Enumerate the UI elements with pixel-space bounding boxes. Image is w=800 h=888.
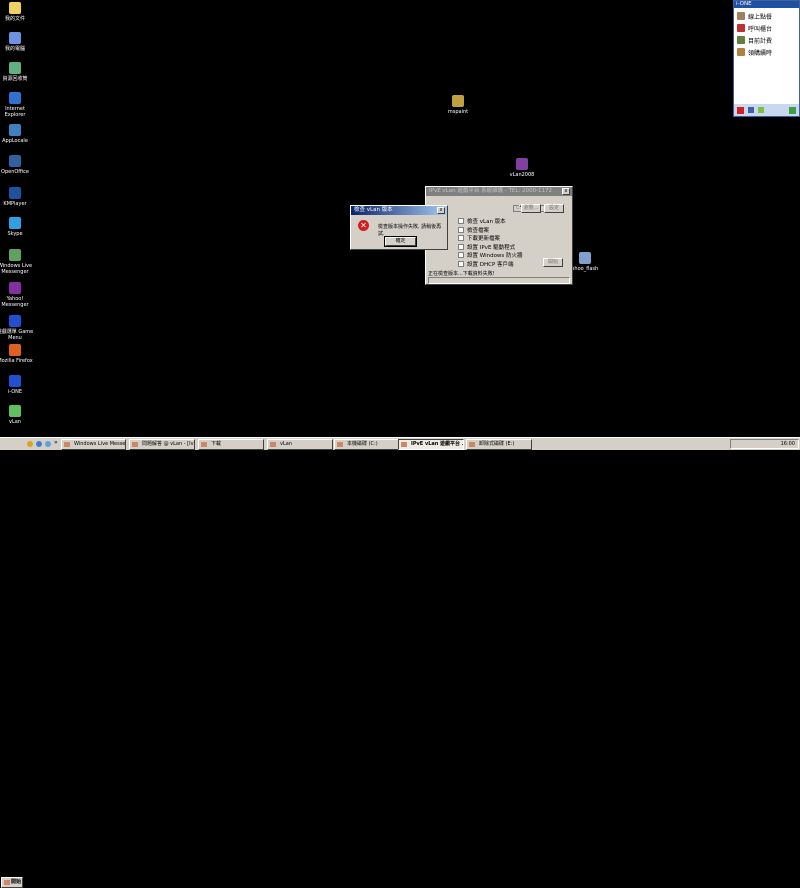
checkbox[interactable]: [458, 243, 464, 250]
panel-title: i-ONE: [734, 1, 799, 8]
desktop-icon[interactable]: Internet Explorer: [0, 92, 35, 118]
taskbar-button[interactable]: 卸除式磁碟 (E:): [466, 439, 532, 450]
window-icon[interactable]: [748, 107, 754, 113]
desktop-icon[interactable]: i-ONE: [0, 375, 35, 395]
status-text: 正在檢查版本...下載資料失敗!: [428, 271, 495, 277]
panel-item-icon: [737, 24, 745, 32]
quicklaunch-desktop-icon[interactable]: [45, 441, 51, 447]
checkbox[interactable]: [458, 235, 464, 241]
taskbar-button[interactable]: IPvE vLan 遊戲平台 ...: [398, 439, 464, 450]
panel-item[interactable]: 目前計費: [734, 34, 799, 46]
quicklaunch-ie-icon[interactable]: [36, 441, 42, 447]
panel-item[interactable]: 線上點餐: [734, 10, 799, 22]
app-icon: [9, 344, 21, 356]
browse-button[interactable]: 瀏覽...: [521, 204, 541, 213]
taskbar-button[interactable]: vLan: [267, 439, 333, 450]
option-checkbox[interactable]: 下載更新檔案: [458, 234, 500, 242]
desktop-icon-mspaint[interactable]: mspaint: [438, 95, 478, 115]
desktop-icon[interactable]: AppLocale: [0, 124, 35, 144]
error-message: 檢查版本操作失敗, 請稍後再試.: [378, 224, 442, 237]
panel-item-icon: [737, 48, 745, 56]
title-bar[interactable]: 檢查 vLan 版本 x: [351, 206, 447, 215]
quicklaunch-chevron[interactable]: »: [54, 439, 58, 446]
error-icon: ✕: [358, 220, 369, 231]
app-icon: [9, 282, 21, 294]
app-icon: [9, 62, 21, 74]
app-icon: [9, 217, 21, 229]
file-icon: [579, 252, 591, 264]
option-checkbox[interactable]: 檢查 vLan 版本: [458, 217, 506, 225]
app-icon: [9, 249, 21, 261]
app-icon: [9, 375, 21, 387]
clock: 16:00: [780, 441, 795, 447]
ok-button[interactable]: 確定: [384, 236, 417, 247]
desktop-icon[interactable]: Windows Live Messenger: [0, 249, 35, 275]
desktop-icon[interactable]: Skype: [0, 217, 35, 237]
title-bar[interactable]: IPvE vLan 遊戲平台 系統維護 - TEL: 2000-1172 x: [426, 187, 572, 196]
taskbar: 開始 » Windows Live Messenger問題解答 @ vLan -…: [0, 437, 800, 888]
taskbar-button[interactable]: 下載: [198, 439, 264, 450]
start-button[interactable]: 開始: [1, 877, 23, 888]
option-checkbox[interactable]: 設置 Windows 防火牆: [458, 251, 523, 259]
error-dialog: 檢查 vLan 版本 x ✕ 檢查版本操作失敗, 請稍後再試. 確定: [350, 205, 448, 250]
desktop-icon[interactable]: vLan: [0, 405, 35, 425]
search-icon[interactable]: [758, 107, 764, 113]
quicklaunch-messenger-icon[interactable]: [27, 441, 33, 447]
paint-icon: [452, 95, 464, 107]
desktop-icon[interactable]: 我的電腦: [0, 32, 35, 52]
app-icon: [9, 187, 21, 199]
app-icon: [9, 92, 21, 104]
app-icon: [9, 405, 21, 417]
close-button[interactable]: x: [562, 188, 570, 195]
app-icon: [9, 124, 21, 136]
taskbar-button[interactable]: Windows Live Messenger: [61, 439, 126, 450]
desktop-icon[interactable]: 我的文件: [0, 2, 35, 22]
app-icon: [9, 315, 21, 327]
panel-item-icon: [737, 12, 745, 20]
taskbar-button[interactable]: 問題解答 @ vLan - [IvE...: [129, 439, 195, 450]
desktop-icon[interactable]: 遊戲選單 Game Menu: [0, 315, 35, 341]
logout-icon[interactable]: [737, 106, 744, 114]
panel-item[interactable]: 領購續時: [734, 46, 799, 58]
option-checkbox[interactable]: 檢查檔案: [458, 226, 489, 234]
desktop-icon[interactable]: Mozilla Firefox: [0, 344, 35, 364]
start-button[interactable]: 開始: [543, 258, 563, 267]
option-checkbox[interactable]: 設置 DHCP 客戶端: [458, 260, 514, 268]
download-icon[interactable]: [789, 106, 796, 114]
desktop-icon[interactable]: Yahoo! Messenger: [0, 282, 35, 308]
desktop-icon[interactable]: 資源回收筒: [0, 62, 35, 82]
progress-bar: [428, 277, 570, 284]
checkbox[interactable]: [458, 252, 464, 258]
checkbox[interactable]: [458, 218, 464, 224]
desktop-icon-vlan2008[interactable]: vLan2008: [502, 158, 542, 178]
desktop-icon[interactable]: OpenOffice: [0, 155, 35, 175]
panel-item[interactable]: 呼叫櫃台: [734, 22, 799, 34]
checkbox[interactable]: [458, 260, 464, 267]
panel-toolbar: [734, 104, 799, 116]
app-icon: [9, 2, 21, 14]
set-button[interactable]: 設定: [544, 204, 564, 213]
app-icon: [9, 32, 21, 44]
checkbox[interactable]: [458, 226, 464, 233]
app-icon: [9, 155, 21, 167]
panel-item-icon: [737, 36, 745, 44]
i-one-panel: i-ONE 線上點餐 呼叫櫃台 目前計費 領購續時: [733, 0, 800, 117]
taskbar-button[interactable]: 本機磁碟 (C:): [334, 439, 400, 450]
option-checkbox[interactable]: 設置 IPvE 驅動程式: [458, 243, 515, 251]
close-button[interactable]: x: [437, 207, 445, 214]
archive-icon: [516, 158, 528, 170]
desktop-icon[interactable]: KMPlayer: [0, 187, 35, 207]
system-tray: 16:00: [730, 439, 799, 449]
